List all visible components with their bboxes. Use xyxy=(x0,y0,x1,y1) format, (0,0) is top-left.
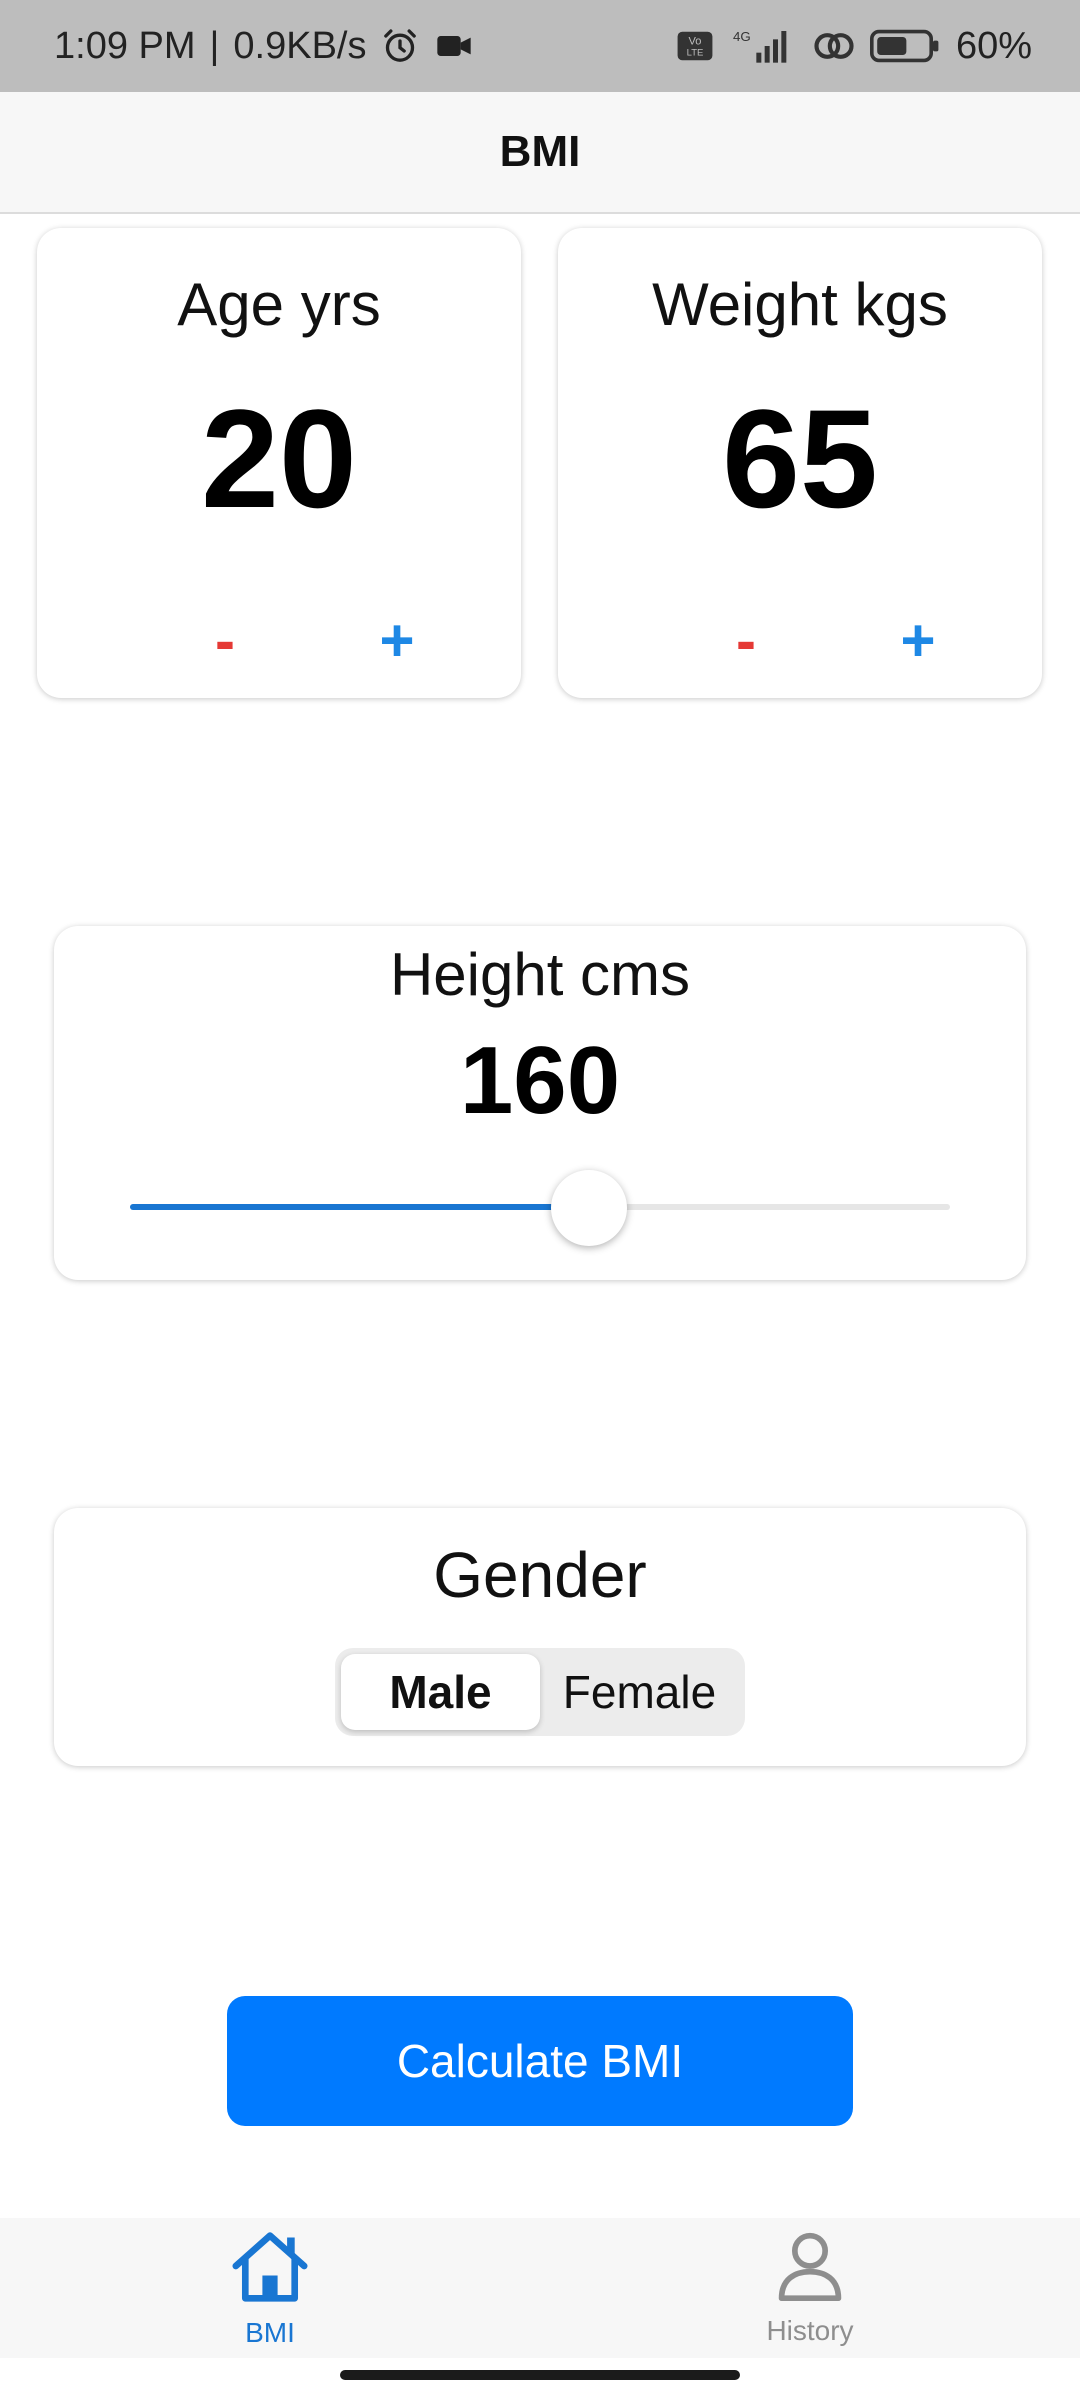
video-camera-icon xyxy=(434,26,474,66)
gender-card: Gender Male Female xyxy=(54,1508,1026,1766)
status-right: Vo LTE 4G 60% xyxy=(676,25,1032,68)
app-bar: BMI xyxy=(0,92,1080,214)
weight-decrement-button[interactable]: - xyxy=(706,600,786,680)
gender-option-female[interactable]: Female xyxy=(540,1654,739,1730)
person-icon xyxy=(775,2230,845,2307)
age-increment-button[interactable]: + xyxy=(357,600,437,680)
home-indicator xyxy=(340,2370,740,2380)
battery-icon xyxy=(869,26,942,66)
age-value: 20 xyxy=(201,380,357,537)
status-bar: 1:09 PM | 0.9KB/s Vo LTE 4G 60% xyxy=(0,0,1080,92)
nav-label-history: History xyxy=(766,2314,854,2346)
height-card: Height cms 160 xyxy=(54,926,1026,1280)
home-icon xyxy=(228,2228,312,2309)
height-value: 160 xyxy=(459,1027,621,1134)
nav-item-bmi[interactable]: BMI xyxy=(0,2218,540,2358)
svg-text:LTE: LTE xyxy=(687,48,704,59)
height-slider-fill xyxy=(130,1204,590,1210)
volte-icon: Vo LTE xyxy=(676,28,714,64)
alarm-icon xyxy=(380,26,420,66)
weight-label: Weight kgs xyxy=(652,271,948,338)
weight-increment-button[interactable]: + xyxy=(878,600,958,680)
status-separator: | xyxy=(209,24,220,67)
page-title: BMI xyxy=(499,127,581,176)
height-slider-track[interactable] xyxy=(130,1204,950,1210)
weight-value: 65 xyxy=(722,380,878,537)
nav-item-history[interactable]: History xyxy=(540,2218,1080,2358)
calculate-bmi-button[interactable]: Calculate BMI xyxy=(227,1996,853,2126)
battery-percent: 60% xyxy=(955,24,1032,67)
bottom-nav: BMI History xyxy=(0,2218,1080,2358)
age-decrement-button[interactable]: - xyxy=(185,600,265,680)
status-time: 1:09 PM xyxy=(54,24,196,67)
gender-label: Gender xyxy=(433,1539,647,1611)
status-left: 1:09 PM | 0.9KB/s xyxy=(54,25,474,68)
hotspot-icon xyxy=(812,26,856,66)
height-label: Height cms xyxy=(389,941,691,1008)
svg-text:Vo: Vo xyxy=(688,35,701,47)
height-slider-thumb[interactable] xyxy=(551,1170,628,1246)
nav-label-bmi: BMI xyxy=(245,2316,295,2348)
gender-option-male[interactable]: Male xyxy=(341,1654,540,1730)
age-card: Age yrs 20 - + xyxy=(37,228,521,698)
4g-signal-icon: 4G xyxy=(728,26,798,66)
screen: 1:09 PM | 0.9KB/s Vo LTE 4G 60% BMI Age … xyxy=(0,0,1080,2400)
network-speed: 0.9KB/s xyxy=(233,24,367,67)
weight-card: Weight kgs 65 - + xyxy=(558,228,1042,698)
svg-text:4G: 4G xyxy=(733,29,751,44)
gender-segmented-control: Male Female xyxy=(335,1648,745,1736)
age-label: Age yrs xyxy=(177,271,381,338)
